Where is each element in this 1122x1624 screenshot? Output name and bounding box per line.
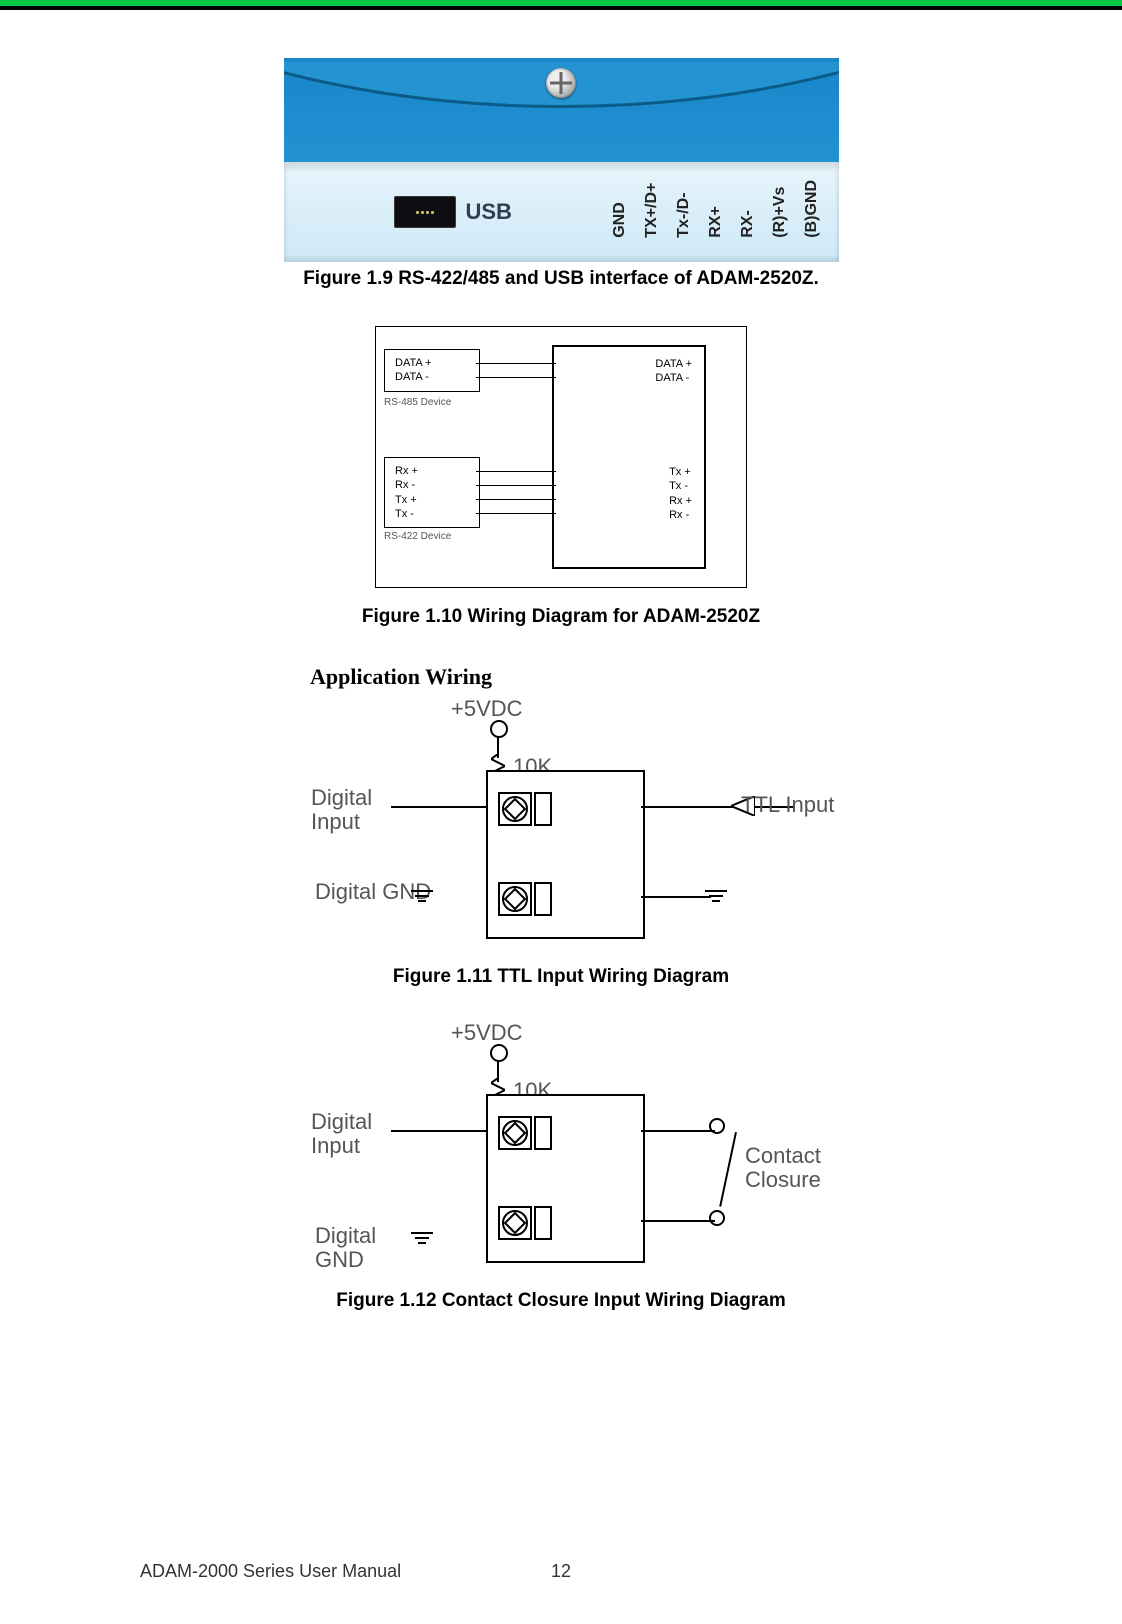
device-case-top (284, 62, 839, 162)
device-photo: USB GND TX+/D+ Tx-/D- RX+ RX- (R)+Vs (B)… (284, 58, 839, 262)
module-block (486, 770, 645, 939)
wire (476, 513, 556, 514)
ground-icon (411, 1232, 433, 1244)
footer-manual-title: ADAM-2000 Series User Manual (140, 1561, 401, 1582)
footer-page-number: 12 (551, 1561, 571, 1582)
fig12-wrap: +5VDC 10K DigitalInput DigitalGND (291, 1024, 831, 1284)
contact-closure-label: ContactClosure (745, 1144, 821, 1192)
vcc-label: +5VDC (451, 1020, 523, 1046)
rs422-tx-: Tx - (395, 507, 469, 521)
figure-1-11-caption: Figure 1.11 TTL Input Wiring Diagram (393, 966, 729, 988)
figure-1-10-caption: Figure 1.10 Wiring Diagram for ADAM-2520… (362, 606, 760, 628)
rs485-d+: DATA + (395, 356, 469, 370)
rs422-rx-: Rx - (395, 478, 469, 492)
figure-1-12: +5VDC 10K DigitalInput DigitalGND (0, 1024, 1122, 1312)
cc-diagram: +5VDC 10K DigitalInput DigitalGND (291, 1024, 831, 1284)
pin-txm: Tx-/D- (675, 180, 693, 238)
wire (476, 499, 556, 500)
module-rs422-labels: Tx + Tx - Rx + Rx - (669, 465, 692, 522)
figure-1-12-caption: Figure 1.12 Contact Closure Input Wiring… (336, 1290, 786, 1312)
figure-1-9-caption: Figure 1.9 RS-422/485 and USB interface … (303, 268, 819, 290)
content-area: USB GND TX+/D+ Tx-/D- RX+ RX- (R)+Vs (B)… (0, 10, 1122, 1312)
terminal-rect (534, 882, 552, 916)
dgnd-label: DigitalGND (315, 1224, 376, 1272)
terminal-rect (534, 792, 552, 826)
wiring-diagram-10: DATA + DATA - RS-485 Device Rx + Rx - Tx… (375, 326, 747, 588)
terminal-rect (534, 1206, 552, 1240)
wire (476, 471, 556, 472)
wire (641, 1220, 715, 1222)
usb-label: USB (466, 199, 512, 225)
pin-rxp: RX+ (707, 180, 725, 238)
module-block (486, 1094, 645, 1263)
document-page: USB GND TX+/D+ Tx-/D- RX+ RX- (R)+Vs (B)… (0, 0, 1122, 1624)
wire (641, 896, 711, 898)
ground-icon (411, 890, 433, 902)
pin-gnd: GND (611, 180, 629, 238)
vcc-node (490, 720, 508, 738)
terminal-2 (498, 882, 532, 916)
figure-1-11: +5VDC 10K DigitalInput Digital GND (0, 700, 1122, 988)
wire (476, 363, 556, 364)
app-wiring-title-block: Application Wiring (0, 664, 1122, 700)
rs485-d-: DATA - (395, 370, 469, 384)
figure-1-9: USB GND TX+/D+ Tx-/D- RX+ RX- (R)+Vs (B)… (0, 58, 1122, 290)
rs422-device-box: Rx + Rx - Tx + Tx - (384, 457, 480, 528)
ttl-diagram: +5VDC 10K DigitalInput Digital GND (291, 700, 831, 960)
pin-rxm: RX- (739, 180, 757, 238)
usb-port-icon (394, 196, 456, 228)
din-label: DigitalInput (311, 1110, 372, 1158)
rs485-label: RS-485 Device (384, 397, 451, 408)
din-label: DigitalInput (311, 786, 372, 834)
connector-strip: USB GND TX+/D+ Tx-/D- RX+ RX- (R)+Vs (B)… (284, 162, 839, 262)
pin-txp: TX+/D+ (643, 180, 661, 238)
module-rs485-labels: DATA + DATA - (655, 357, 692, 386)
figure-1-10: DATA + DATA - RS-485 Device Rx + Rx - Tx… (0, 326, 1122, 628)
ttl-input-label: TTL Input (741, 792, 834, 818)
rs422-tx+: Tx + (395, 493, 469, 507)
wire (476, 485, 556, 486)
rs485-device-box: DATA + DATA - (384, 349, 480, 392)
wire (476, 377, 556, 378)
wire (641, 1130, 715, 1132)
vcc-label: +5VDC (451, 696, 523, 722)
pin-bgnd: (B)GND (803, 180, 821, 238)
wire (641, 806, 741, 808)
wire (391, 806, 491, 808)
pin-rvs: (R)+Vs (771, 180, 789, 238)
wire (391, 1130, 491, 1132)
rs422-rx+: Rx + (395, 464, 469, 478)
terminal-2 (498, 1206, 532, 1240)
rs422-label: RS-422 Device (384, 531, 451, 542)
terminal-1 (498, 792, 532, 826)
ground-icon (705, 890, 727, 902)
fig11-wrap: +5VDC 10K DigitalInput Digital GND (291, 700, 831, 960)
application-wiring-title: Application Wiring (310, 664, 492, 690)
pin-labels: GND TX+/D+ Tx-/D- RX+ RX- (R)+Vs (B)GND (611, 180, 821, 238)
terminal-rect (534, 1116, 552, 1150)
screw-icon (546, 68, 576, 98)
terminal-1 (498, 1116, 532, 1150)
vcc-node (490, 1044, 508, 1062)
